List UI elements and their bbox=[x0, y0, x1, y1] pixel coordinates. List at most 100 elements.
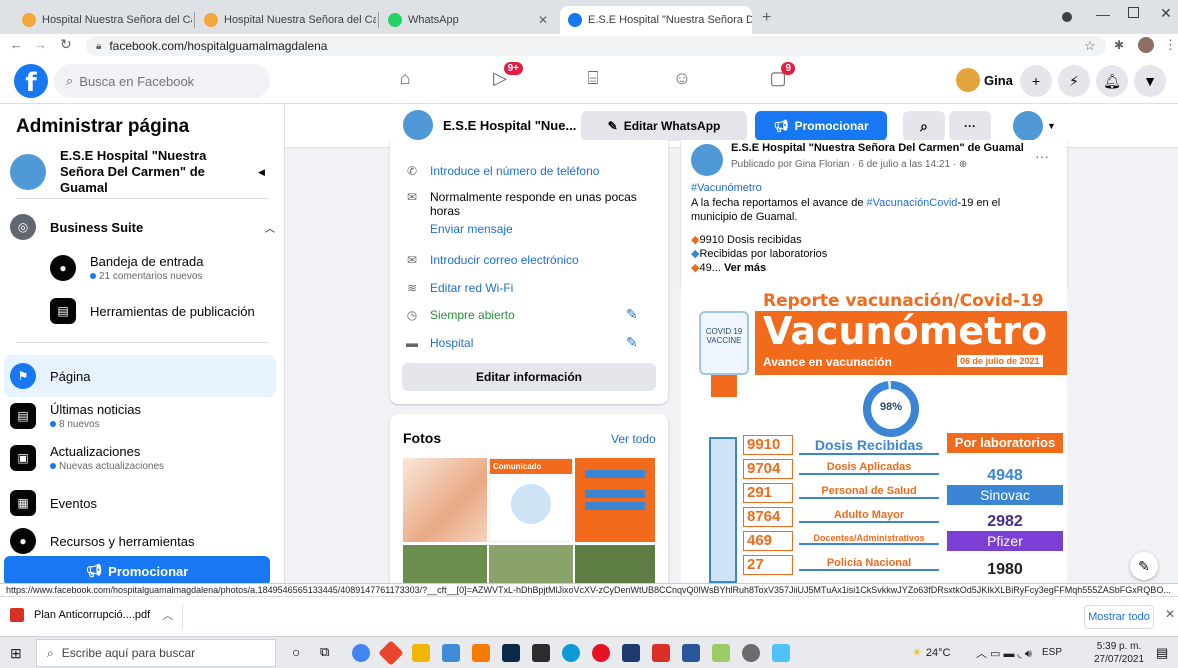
gaming-icon[interactable]: ▢ 9 bbox=[765, 62, 795, 92]
search-input[interactable] bbox=[79, 73, 250, 89]
chevron-up-icon[interactable]: ︿ bbox=[265, 220, 275, 235]
marketplace-icon[interactable]: ⌸ bbox=[580, 68, 606, 92]
language-indicator[interactable]: ESP bbox=[1042, 647, 1062, 658]
extensions-icon[interactable]: ✱ bbox=[1114, 38, 1124, 52]
app-icon[interactable] bbox=[772, 644, 790, 662]
home-icon[interactable]: ⌂ bbox=[392, 68, 418, 92]
business-suite-item[interactable]: ◎ Business Suite ︿ bbox=[10, 214, 275, 240]
send-message-link[interactable]: Enviar mensaje bbox=[430, 222, 654, 236]
photo-thumb[interactable] bbox=[489, 545, 573, 583]
more-button[interactable]: ··· bbox=[949, 111, 991, 141]
account-menu-icon[interactable]: ▼ bbox=[1134, 65, 1166, 97]
post-options-icon[interactable]: ··· bbox=[1035, 148, 1049, 164]
photoshop-icon[interactable] bbox=[502, 644, 520, 662]
edit-whatsapp-button[interactable]: ✎ Editar WhatsApp bbox=[581, 111, 747, 141]
page-name-short[interactable]: E.S.E Hospital "Nue... bbox=[443, 118, 576, 133]
store-icon[interactable] bbox=[532, 644, 550, 662]
publishing-tools-item[interactable]: ▤ Herramientas de publicación bbox=[50, 298, 270, 324]
search-page-button[interactable]: ⌕ bbox=[903, 111, 945, 141]
file-explorer-icon[interactable] bbox=[412, 644, 430, 662]
new-tab-button[interactable]: + bbox=[762, 9, 771, 27]
word-icon[interactable] bbox=[682, 644, 700, 662]
browser-tab[interactable]: Hospital Nuestra Señora del Carm ✕ bbox=[14, 6, 192, 34]
close-download-bar-icon[interactable]: ✕ bbox=[1165, 607, 1175, 621]
post-author[interactable]: E.S.E Hospital "Nuestra Señora Del Carme… bbox=[731, 142, 1031, 154]
groups-icon[interactable]: ☺ bbox=[669, 68, 695, 92]
settings-gear-icon[interactable] bbox=[742, 644, 760, 662]
browser-menu-icon[interactable]: ⋮ bbox=[1164, 37, 1177, 53]
photo-thumb[interactable] bbox=[403, 545, 487, 583]
page-switcher[interactable]: E.S.E Hospital "Nuestra Señora Del Carme… bbox=[10, 148, 275, 196]
app-icon[interactable] bbox=[442, 644, 460, 662]
edit-category-pencil-icon[interactable]: ✎ bbox=[626, 334, 638, 351]
search-box[interactable]: ⌕ bbox=[54, 64, 270, 98]
taskbar-search[interactable]: ⌕ Escribe aquí para buscar bbox=[36, 639, 276, 667]
sidebar-item-updates[interactable]: ▣ Actualizaciones Nuevas actualizaciones bbox=[10, 444, 275, 472]
app-icon[interactable] bbox=[562, 644, 580, 662]
messenger-icon[interactable]: ⚡︎ bbox=[1058, 65, 1090, 97]
photo-thumb[interactable] bbox=[575, 458, 655, 542]
watch-icon[interactable]: ▷ 9+ bbox=[487, 62, 523, 92]
profile-button[interactable]: Gina bbox=[956, 68, 1013, 92]
create-icon[interactable]: + bbox=[1020, 65, 1052, 97]
cortana-icon[interactable]: ○ bbox=[292, 644, 300, 660]
browser-avatar[interactable] bbox=[1138, 37, 1154, 53]
window-close-icon[interactable]: ✕ bbox=[1160, 5, 1172, 22]
acrobat-icon[interactable] bbox=[652, 644, 670, 662]
illustrator-icon[interactable] bbox=[472, 644, 490, 662]
sidebar-promote-button[interactable]: 📢︎ Promocionar bbox=[4, 556, 270, 583]
page-voice-switcher[interactable]: ▼ bbox=[1013, 111, 1056, 141]
back-icon[interactable]: ← bbox=[10, 37, 23, 52]
notification-center-icon[interactable]: ▤ bbox=[1156, 645, 1168, 661]
premiere-icon[interactable] bbox=[622, 644, 640, 662]
sidebar-item-page[interactable]: ⚑ Página bbox=[10, 363, 275, 389]
weather-widget[interactable]: ☀ 24°C bbox=[912, 646, 950, 660]
minimize-icon[interactable]: — bbox=[1096, 6, 1110, 22]
category-link[interactable]: Hospital bbox=[430, 336, 473, 350]
forward-icon[interactable]: → bbox=[34, 37, 47, 52]
promote-button[interactable]: 📢︎ Promocionar bbox=[755, 111, 887, 141]
facebook-logo-icon[interactable]: f bbox=[14, 64, 48, 98]
vaccine-report-image[interactable]: Reporte vacunación/Covid-19 Vacunómetro … bbox=[681, 287, 1067, 583]
see-more-link[interactable]: Ver más bbox=[724, 262, 766, 274]
notifications-icon[interactable]: 🔔︎ bbox=[1096, 65, 1128, 97]
browser-tab-active[interactable]: E.S.E Hospital "Nuestra Señora D ✕ bbox=[560, 6, 752, 34]
photo-thumb[interactable]: Comunicado bbox=[489, 458, 573, 542]
app-icon[interactable] bbox=[712, 644, 730, 662]
photo-thumb[interactable] bbox=[403, 458, 487, 542]
show-all-downloads-button[interactable]: Mostrar todo bbox=[1084, 605, 1154, 629]
app-icon[interactable] bbox=[378, 640, 404, 666]
close-tab-icon[interactable]: ✕ bbox=[532, 13, 548, 27]
maximize-icon[interactable] bbox=[1128, 7, 1139, 18]
sidebar-item-news[interactable]: ▤ Últimas noticias 8 nuevos bbox=[10, 402, 275, 430]
sidebar-item-resources[interactable]: ● Recursos y herramientas bbox=[10, 528, 275, 554]
post-hashtag[interactable]: #Vacunómetro bbox=[691, 182, 762, 194]
new-message-button[interactable]: ✎ bbox=[1130, 552, 1158, 580]
task-view-icon[interactable]: ⧉ bbox=[320, 644, 329, 660]
post-author-avatar[interactable] bbox=[691, 144, 723, 176]
see-all-photos-link[interactable]: Ver todo bbox=[611, 432, 656, 446]
phone-link[interactable]: Introduce el número de teléfono bbox=[430, 164, 599, 178]
opera-icon[interactable] bbox=[592, 644, 610, 662]
wifi-row[interactable]: ≋ Editar red Wi-Fi bbox=[404, 281, 654, 295]
post-hashtag-inline[interactable]: #VacunaciónCovid bbox=[867, 197, 958, 209]
system-tray-icons[interactable]: ︿ ▭ ▬ ◟ 🔊︎ bbox=[976, 645, 1032, 661]
browser-tab[interactable]: WhatsApp ✕ bbox=[380, 6, 556, 34]
windows-start-icon[interactable]: ⊞ bbox=[10, 645, 22, 662]
download-item[interactable]: Plan Anticorrupció....pdf ︿ bbox=[10, 607, 173, 623]
bookmark-star-icon[interactable]: ☆ bbox=[1084, 38, 1096, 54]
email-link[interactable]: Introducir correo electrónico bbox=[430, 253, 579, 267]
chrome-icon[interactable] bbox=[352, 644, 370, 662]
email-row[interactable]: ✉ Introducir correo electrónico bbox=[404, 253, 654, 267]
inbox-item[interactable]: ● Bandeja de entrada 21 comentarios nuev… bbox=[50, 254, 270, 282]
clock[interactable]: 5:39 p. m. 27/07/2021 bbox=[1094, 640, 1144, 666]
phone-row[interactable]: ✆ Introduce el número de teléfono bbox=[404, 164, 654, 178]
chevron-up-icon[interactable]: ︿ bbox=[162, 607, 173, 623]
page-avatar[interactable] bbox=[403, 110, 433, 140]
wifi-link[interactable]: Editar red Wi-Fi bbox=[430, 281, 513, 295]
edit-info-button[interactable]: Editar información bbox=[402, 363, 656, 391]
sidebar-item-events[interactable]: ▦ Eventos bbox=[10, 490, 275, 516]
reload-icon[interactable]: ↻ bbox=[60, 36, 72, 53]
photo-thumb[interactable] bbox=[575, 545, 655, 583]
profile-dot-icon[interactable] bbox=[1062, 12, 1072, 22]
